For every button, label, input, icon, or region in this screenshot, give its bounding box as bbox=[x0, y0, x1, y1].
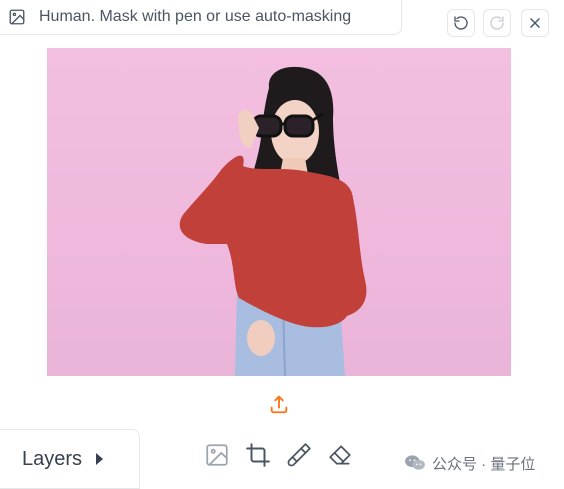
watermark-text: 公众号 · 量子位 bbox=[432, 455, 536, 473]
tool-toolbar bbox=[200, 438, 364, 472]
mask-stroke bbox=[179, 155, 367, 328]
undo-button[interactable] bbox=[447, 9, 475, 37]
eraser-icon bbox=[327, 442, 353, 468]
eraser-tool-button[interactable] bbox=[323, 438, 357, 472]
redo-button[interactable] bbox=[483, 9, 511, 37]
crop-icon bbox=[245, 442, 271, 468]
image-editor-label: Human. Mask with pen or use auto-masking bbox=[0, 0, 402, 35]
upload-button[interactable] bbox=[265, 390, 293, 418]
wechat-icon bbox=[404, 454, 426, 472]
crop-tool-button[interactable] bbox=[241, 438, 275, 472]
image-icon bbox=[204, 442, 230, 468]
image-canvas[interactable] bbox=[47, 48, 511, 376]
upload-icon bbox=[268, 393, 290, 415]
watermark: 公众号 · 量子位 bbox=[404, 452, 535, 474]
editor-label-text: Human. Mask with pen or use auto-masking bbox=[39, 7, 352, 25]
layers-toggle[interactable]: Layers bbox=[0, 429, 140, 489]
image-tool-button[interactable] bbox=[200, 438, 234, 472]
redo-icon bbox=[489, 15, 505, 31]
close-button[interactable] bbox=[521, 9, 549, 37]
layers-label: Layers bbox=[22, 447, 83, 470]
masked-photo bbox=[179, 66, 367, 376]
close-icon bbox=[528, 16, 542, 30]
undo-icon bbox=[453, 15, 469, 31]
brush-tool-button[interactable] bbox=[282, 438, 316, 472]
brush-icon bbox=[286, 442, 312, 468]
image-icon bbox=[8, 8, 26, 26]
caret-right-icon bbox=[96, 453, 104, 465]
